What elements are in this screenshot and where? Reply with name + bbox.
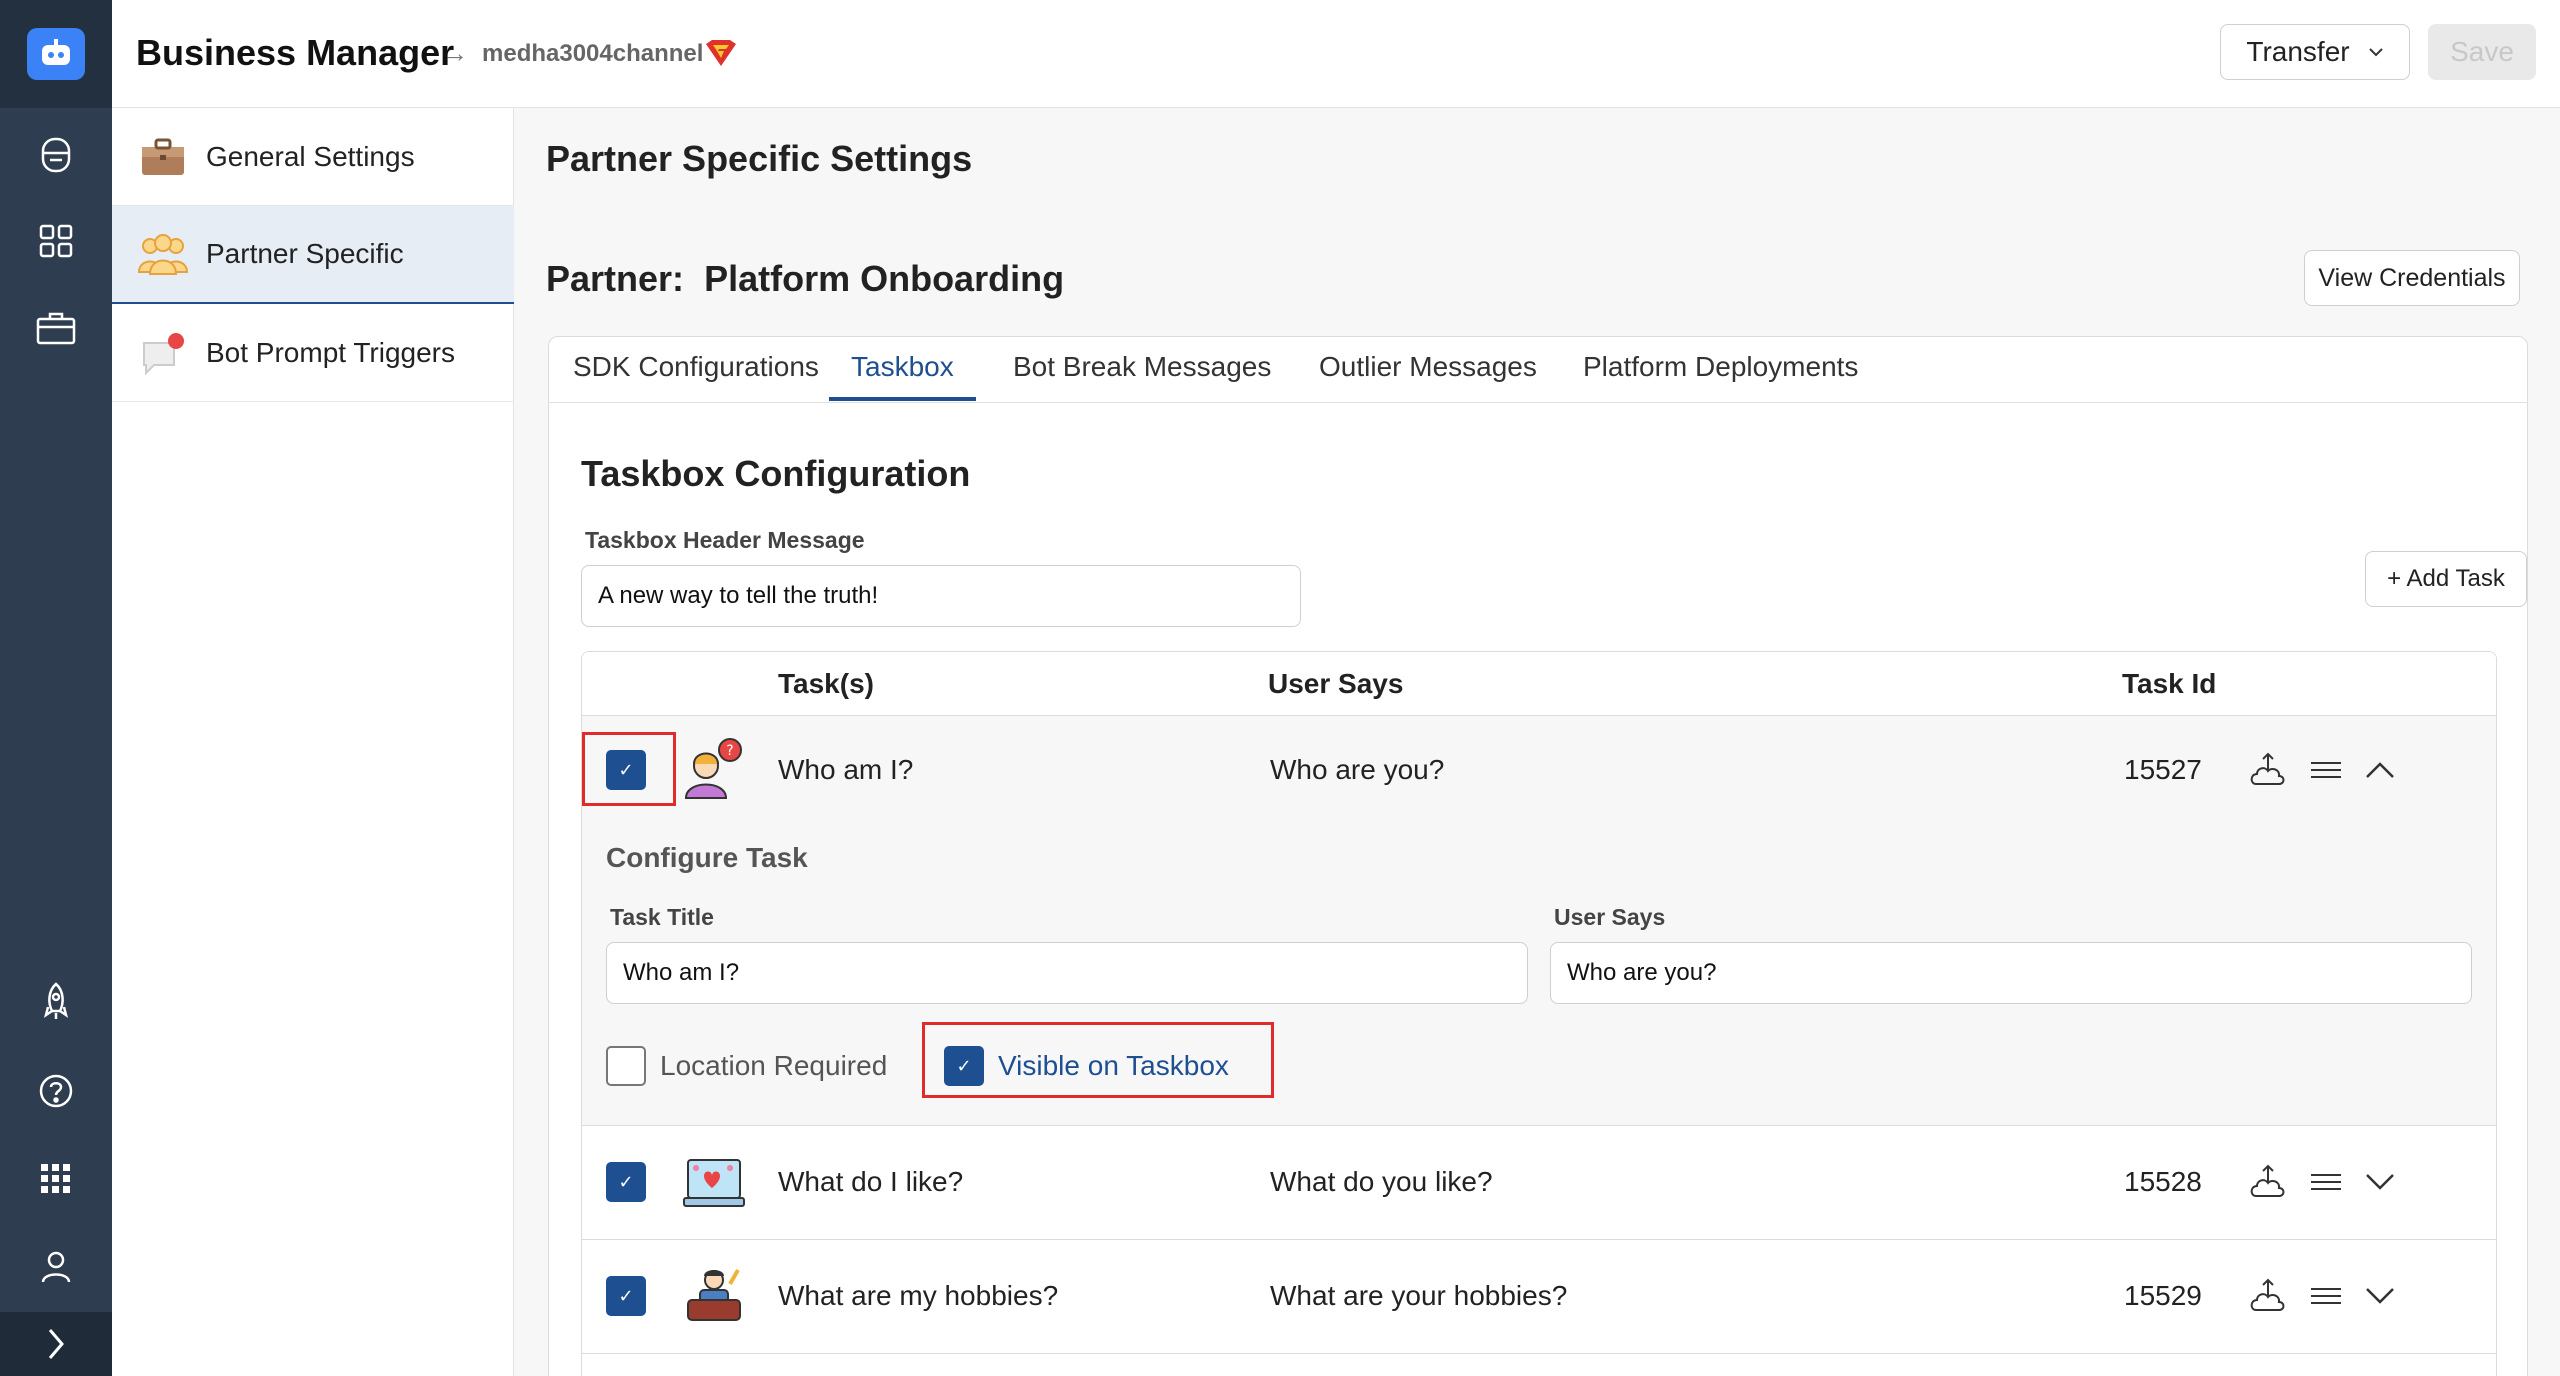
person-question-icon: ? xyxy=(682,736,746,800)
cloud-upload-icon[interactable] xyxy=(2248,750,2288,790)
task-user-says: What are your hobbies? xyxy=(1270,1280,1568,1311)
task-id: 15529 xyxy=(2124,1280,2202,1311)
main-content: Partner Specific Settings Partner: Platf… xyxy=(514,108,2560,1376)
partner-label: Partner: xyxy=(546,258,685,299)
partner-heading: Partner: Platform Onboarding xyxy=(546,258,1064,300)
person-hobby-icon xyxy=(682,1264,746,1328)
bot-logo-icon xyxy=(27,28,85,80)
sidebar-item-bot-prompt-triggers[interactable]: Bot Prompt Triggers xyxy=(112,304,514,402)
briefcase-nav-icon[interactable] xyxy=(0,294,112,364)
task-select-checkbox[interactable]: ✓ xyxy=(606,750,646,790)
transfer-button[interactable]: Transfer xyxy=(2220,24,2410,80)
table-row: ✓ What do I like? What do you like? 1552… xyxy=(582,1126,2496,1240)
tab-taskbox[interactable]: Taskbox xyxy=(829,351,976,401)
transfer-label: Transfer xyxy=(2246,36,2350,67)
expand-sidebar-button[interactable] xyxy=(0,1312,112,1376)
task-user-says: What do you like? xyxy=(1270,1166,1493,1197)
add-task-button[interactable]: + Add Task xyxy=(2365,551,2527,607)
sidebar-item-label: General Settings xyxy=(206,140,415,172)
briefcase-icon xyxy=(138,132,188,182)
header-message-label: Taskbox Header Message xyxy=(585,527,865,553)
configure-task-title: Configure Task xyxy=(606,842,808,873)
cloud-upload-icon[interactable] xyxy=(2248,1162,2288,1202)
location-required-checkbox[interactable] xyxy=(606,1046,646,1086)
task-id: 15527 xyxy=(2124,754,2202,785)
column-header-user-says: User Says xyxy=(1268,668,1404,699)
table-row: ✓ What are my hobbies? What are your hob… xyxy=(582,1240,2496,1354)
tab-sdk-configurations[interactable]: SDK Configurations xyxy=(573,351,819,397)
task-title: What are my hobbies? xyxy=(778,1280,1059,1311)
tab-bar: SDK Configurations Taskbox Bot Break Mes… xyxy=(549,337,2527,403)
user-says-input[interactable]: Who are you? xyxy=(1550,942,2472,1004)
drag-handle-icon[interactable] xyxy=(2306,1162,2346,1202)
partner-name: Platform Onboarding xyxy=(704,258,1065,299)
page-title: Partner Specific Settings xyxy=(546,138,973,179)
location-required-label: Location Required xyxy=(660,1050,888,1081)
visible-on-taskbox-checkbox[interactable]: ✓ xyxy=(944,1046,984,1086)
tab-outlier-messages[interactable]: Outlier Messages xyxy=(1319,351,1537,397)
task-title: Who am I? xyxy=(778,754,914,785)
apps-grid-icon[interactable] xyxy=(0,1144,112,1214)
task-table: Task(s) User Says Task Id ✓ ? Who am I? … xyxy=(581,651,2497,1376)
sidebar-item-label: Partner Specific xyxy=(206,238,404,269)
chevron-up-icon[interactable] xyxy=(2360,750,2400,790)
people-group-icon xyxy=(138,229,188,279)
drag-handle-icon[interactable] xyxy=(2306,1276,2346,1316)
help-icon[interactable] xyxy=(0,1056,112,1126)
settings-card: SDK Configurations Taskbox Bot Break Mes… xyxy=(548,336,2528,1376)
laptop-hearts-icon xyxy=(682,1150,746,1214)
cloud-upload-icon[interactable] xyxy=(2248,1276,2288,1316)
tab-platform-deployments[interactable]: Platform Deployments xyxy=(1583,351,1858,397)
sidebar-item-general-settings[interactable]: General Settings xyxy=(112,108,514,206)
task-id: 15528 xyxy=(2124,1166,2202,1197)
chevron-down-icon[interactable] xyxy=(2360,1276,2400,1316)
visible-on-taskbox-label: Visible on Taskbox xyxy=(998,1050,1229,1081)
icon-rail xyxy=(0,0,112,1376)
drag-handle-icon[interactable] xyxy=(2306,750,2346,790)
task-select-checkbox[interactable]: ✓ xyxy=(606,1276,646,1316)
grid-icon[interactable] xyxy=(0,206,112,276)
view-credentials-button[interactable]: View Credentials xyxy=(2304,250,2520,306)
sidebar-item-partner-specific[interactable]: Partner Specific xyxy=(112,206,514,304)
sidebar-item-label: Bot Prompt Triggers xyxy=(206,336,455,368)
svg-text:?: ? xyxy=(726,743,733,759)
header-message-input[interactable]: A new way to tell the truth! xyxy=(581,565,1301,627)
breadcrumb-arrow: → xyxy=(442,38,468,68)
task-title: What do I like? xyxy=(778,1166,964,1197)
table-header: Task(s) User Says Task Id xyxy=(582,652,2496,716)
tab-bot-break-messages[interactable]: Bot Break Messages xyxy=(1013,351,1271,397)
settings-sidebar: General Settings Partner Specific Bot Pr… xyxy=(112,108,514,1376)
save-button[interactable]: Save xyxy=(2428,24,2536,80)
chevron-right-icon xyxy=(48,1329,64,1359)
task-title-label: Task Title xyxy=(610,904,714,930)
task-title-input[interactable]: Who am I? xyxy=(606,942,1528,1004)
rocket-icon[interactable] xyxy=(0,966,112,1036)
column-header-task-id: Task Id xyxy=(2122,668,2217,699)
taskbox-section-title: Taskbox Configuration xyxy=(581,453,971,494)
superhero-emblem-icon xyxy=(704,38,738,73)
chat-bubble-icon xyxy=(138,328,188,378)
table-row: ✓ ? Who am I? Who are you? 15527 Configu… xyxy=(582,716,2496,1126)
chevron-down-icon[interactable] xyxy=(2360,1162,2400,1202)
column-header-tasks: Task(s) xyxy=(778,668,874,699)
chevron-down-icon xyxy=(2368,48,2383,57)
app-logo[interactable] xyxy=(0,0,112,108)
task-select-checkbox[interactable]: ✓ xyxy=(606,1162,646,1202)
channel-name[interactable]: medha3004channel xyxy=(482,40,703,68)
task-user-says: Who are you? xyxy=(1270,754,1445,785)
user-icon[interactable] xyxy=(0,1232,112,1302)
user-says-label: User Says xyxy=(1554,904,1666,930)
database-icon[interactable] xyxy=(0,120,112,190)
top-header: Business Manager → medha3004channel Tran… xyxy=(112,0,2560,108)
app-title: Business Manager xyxy=(136,32,455,73)
